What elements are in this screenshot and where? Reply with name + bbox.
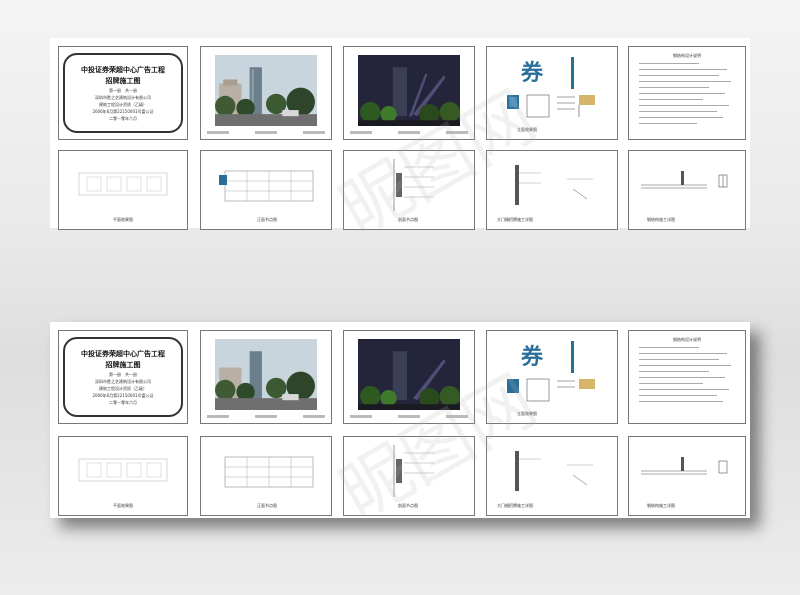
drawing-title: 钢结构施工详图 bbox=[647, 503, 675, 508]
notes-title: 钢结构设计说明 bbox=[673, 53, 701, 58]
sign-character: 券 bbox=[521, 345, 544, 370]
sign-section-drawing bbox=[507, 94, 595, 118]
drawing-title: 大门楣招牌施工详图 bbox=[497, 217, 533, 222]
grid-elevation-drawing bbox=[219, 170, 314, 202]
day-photo-page[interactable] bbox=[200, 330, 332, 424]
notes-page[interactable]: 钢结构设计说明 bbox=[628, 330, 746, 424]
detail-page[interactable]: 正面节点图 bbox=[200, 436, 332, 516]
cover-title-line1: 中投证券荣超中心广告工程 bbox=[81, 65, 165, 74]
plan-page[interactable]: 平面效果图 bbox=[58, 436, 188, 516]
drawing-title: 立面效果图 bbox=[517, 127, 537, 132]
drawing-title: 平面效果图 bbox=[113, 217, 133, 222]
install-drawing bbox=[515, 165, 593, 205]
caption-bar bbox=[207, 415, 325, 419]
cover-line-5: 二零一零年六月 bbox=[109, 115, 137, 121]
drawing-title: 钢结构施工详图 bbox=[647, 217, 675, 222]
notes-page[interactable]: 钢结构设计说明 bbox=[628, 46, 746, 140]
section-page[interactable]: 剖面节点图 bbox=[343, 436, 475, 516]
cover-title-line1: 中投证券荣超中心广告工程 bbox=[81, 349, 165, 358]
grid-elevation-drawing bbox=[224, 456, 314, 488]
install-page[interactable]: 大门楣招牌施工详图 bbox=[486, 150, 618, 230]
drawing-title: 剖面节点图 bbox=[398, 503, 418, 508]
cover-line-1: 第一册 共一册 bbox=[109, 87, 137, 93]
drawing-title: 剖面节点图 bbox=[398, 217, 418, 222]
vertical-sign-bar bbox=[571, 57, 574, 89]
drawing-title: 平面效果图 bbox=[113, 503, 133, 508]
vertical-sign-bar bbox=[571, 341, 574, 373]
sign-detail-page[interactable]: 券 立面效果图 bbox=[486, 46, 618, 140]
steel-page[interactable]: 钢结构施工详图 bbox=[628, 150, 746, 230]
cover-line-3: 建筑工程设计资质（乙级） bbox=[99, 385, 147, 391]
cover-line-1: 第一册 共一册 bbox=[109, 371, 137, 377]
sign-detail-page[interactable]: 券 立面效果图 bbox=[486, 330, 618, 424]
section-drawing bbox=[393, 159, 434, 211]
drawing-title: 正面节点图 bbox=[257, 217, 277, 222]
cover-line-4: 2006年6月第22150001号富公证 bbox=[92, 108, 154, 114]
section-drawing bbox=[393, 445, 434, 497]
night-photo-page[interactable] bbox=[343, 330, 475, 424]
outline-text-drawing bbox=[78, 458, 168, 482]
cover-line-2: 深圳市胜之艺建筑设计有限公司 bbox=[95, 378, 151, 384]
building-day-photo bbox=[215, 339, 317, 411]
drawing-sheet-bottom: 中投证券荣超中心广告工程 招牌施工图 第一册 共一册 深圳市胜之艺建筑设计有限公… bbox=[50, 322, 750, 535]
steel-drawing bbox=[641, 457, 728, 475]
cover-title-line2: 招牌施工图 bbox=[105, 360, 141, 369]
drawing-title: 正面节点图 bbox=[257, 503, 277, 508]
cover-line-4: 2006年6月第22150001号富公证 bbox=[92, 392, 154, 398]
notes-title: 钢结构设计说明 bbox=[673, 337, 701, 342]
cover-frame: 中投证券荣超中心广告工程 招牌施工图 第一册 共一册 深圳市胜之艺建筑设计有限公… bbox=[63, 53, 183, 133]
night-photo-page[interactable] bbox=[343, 46, 475, 140]
cover-title-line2: 招牌施工图 bbox=[105, 76, 141, 85]
sign-section-drawing bbox=[507, 378, 595, 402]
building-night-photo bbox=[358, 55, 460, 127]
day-photo-page[interactable] bbox=[200, 46, 332, 140]
caption-bar bbox=[350, 131, 468, 135]
caption-bar bbox=[350, 415, 468, 419]
outline-text-drawing bbox=[78, 172, 168, 196]
plan-page[interactable]: 平面效果图 bbox=[58, 150, 188, 230]
detail-page[interactable]: 正面节点图 bbox=[200, 150, 332, 230]
cover-frame: 中投证券荣超中心广告工程 招牌施工图 第一册 共一册 深圳市胜之艺建筑设计有限公… bbox=[63, 337, 183, 417]
cover-line-2: 深圳市胜之艺建筑设计有限公司 bbox=[95, 94, 151, 100]
cover-line-3: 建筑工程设计资质（乙级） bbox=[99, 101, 147, 107]
cover-page[interactable]: 中投证券荣超中心广告工程 招牌施工图 第一册 共一册 深圳市胜之艺建筑设计有限公… bbox=[58, 46, 188, 140]
drawing-sheet-top: 中投证券荣超中心广告工程 招牌施工图 第一册 共一册 深圳市胜之艺建筑设计有限公… bbox=[50, 38, 750, 251]
building-day-photo bbox=[215, 55, 317, 127]
cover-page[interactable]: 中投证券荣超中心广告工程 招牌施工图 第一册 共一册 深圳市胜之艺建筑设计有限公… bbox=[58, 330, 188, 424]
building-night-photo bbox=[358, 339, 460, 411]
install-drawing bbox=[515, 451, 593, 491]
section-page[interactable]: 剖面节点图 bbox=[343, 150, 475, 230]
steel-page[interactable]: 钢结构施工详图 bbox=[628, 436, 746, 516]
sign-character: 券 bbox=[521, 61, 544, 86]
steel-drawing bbox=[641, 171, 728, 189]
cover-line-5: 二零一零年六月 bbox=[109, 399, 137, 405]
caption-bar bbox=[207, 131, 325, 135]
drawing-title: 大门楣招牌施工详图 bbox=[497, 503, 533, 508]
install-page[interactable]: 大门楣招牌施工详图 bbox=[486, 436, 618, 516]
drawing-title: 立面效果图 bbox=[517, 411, 537, 416]
